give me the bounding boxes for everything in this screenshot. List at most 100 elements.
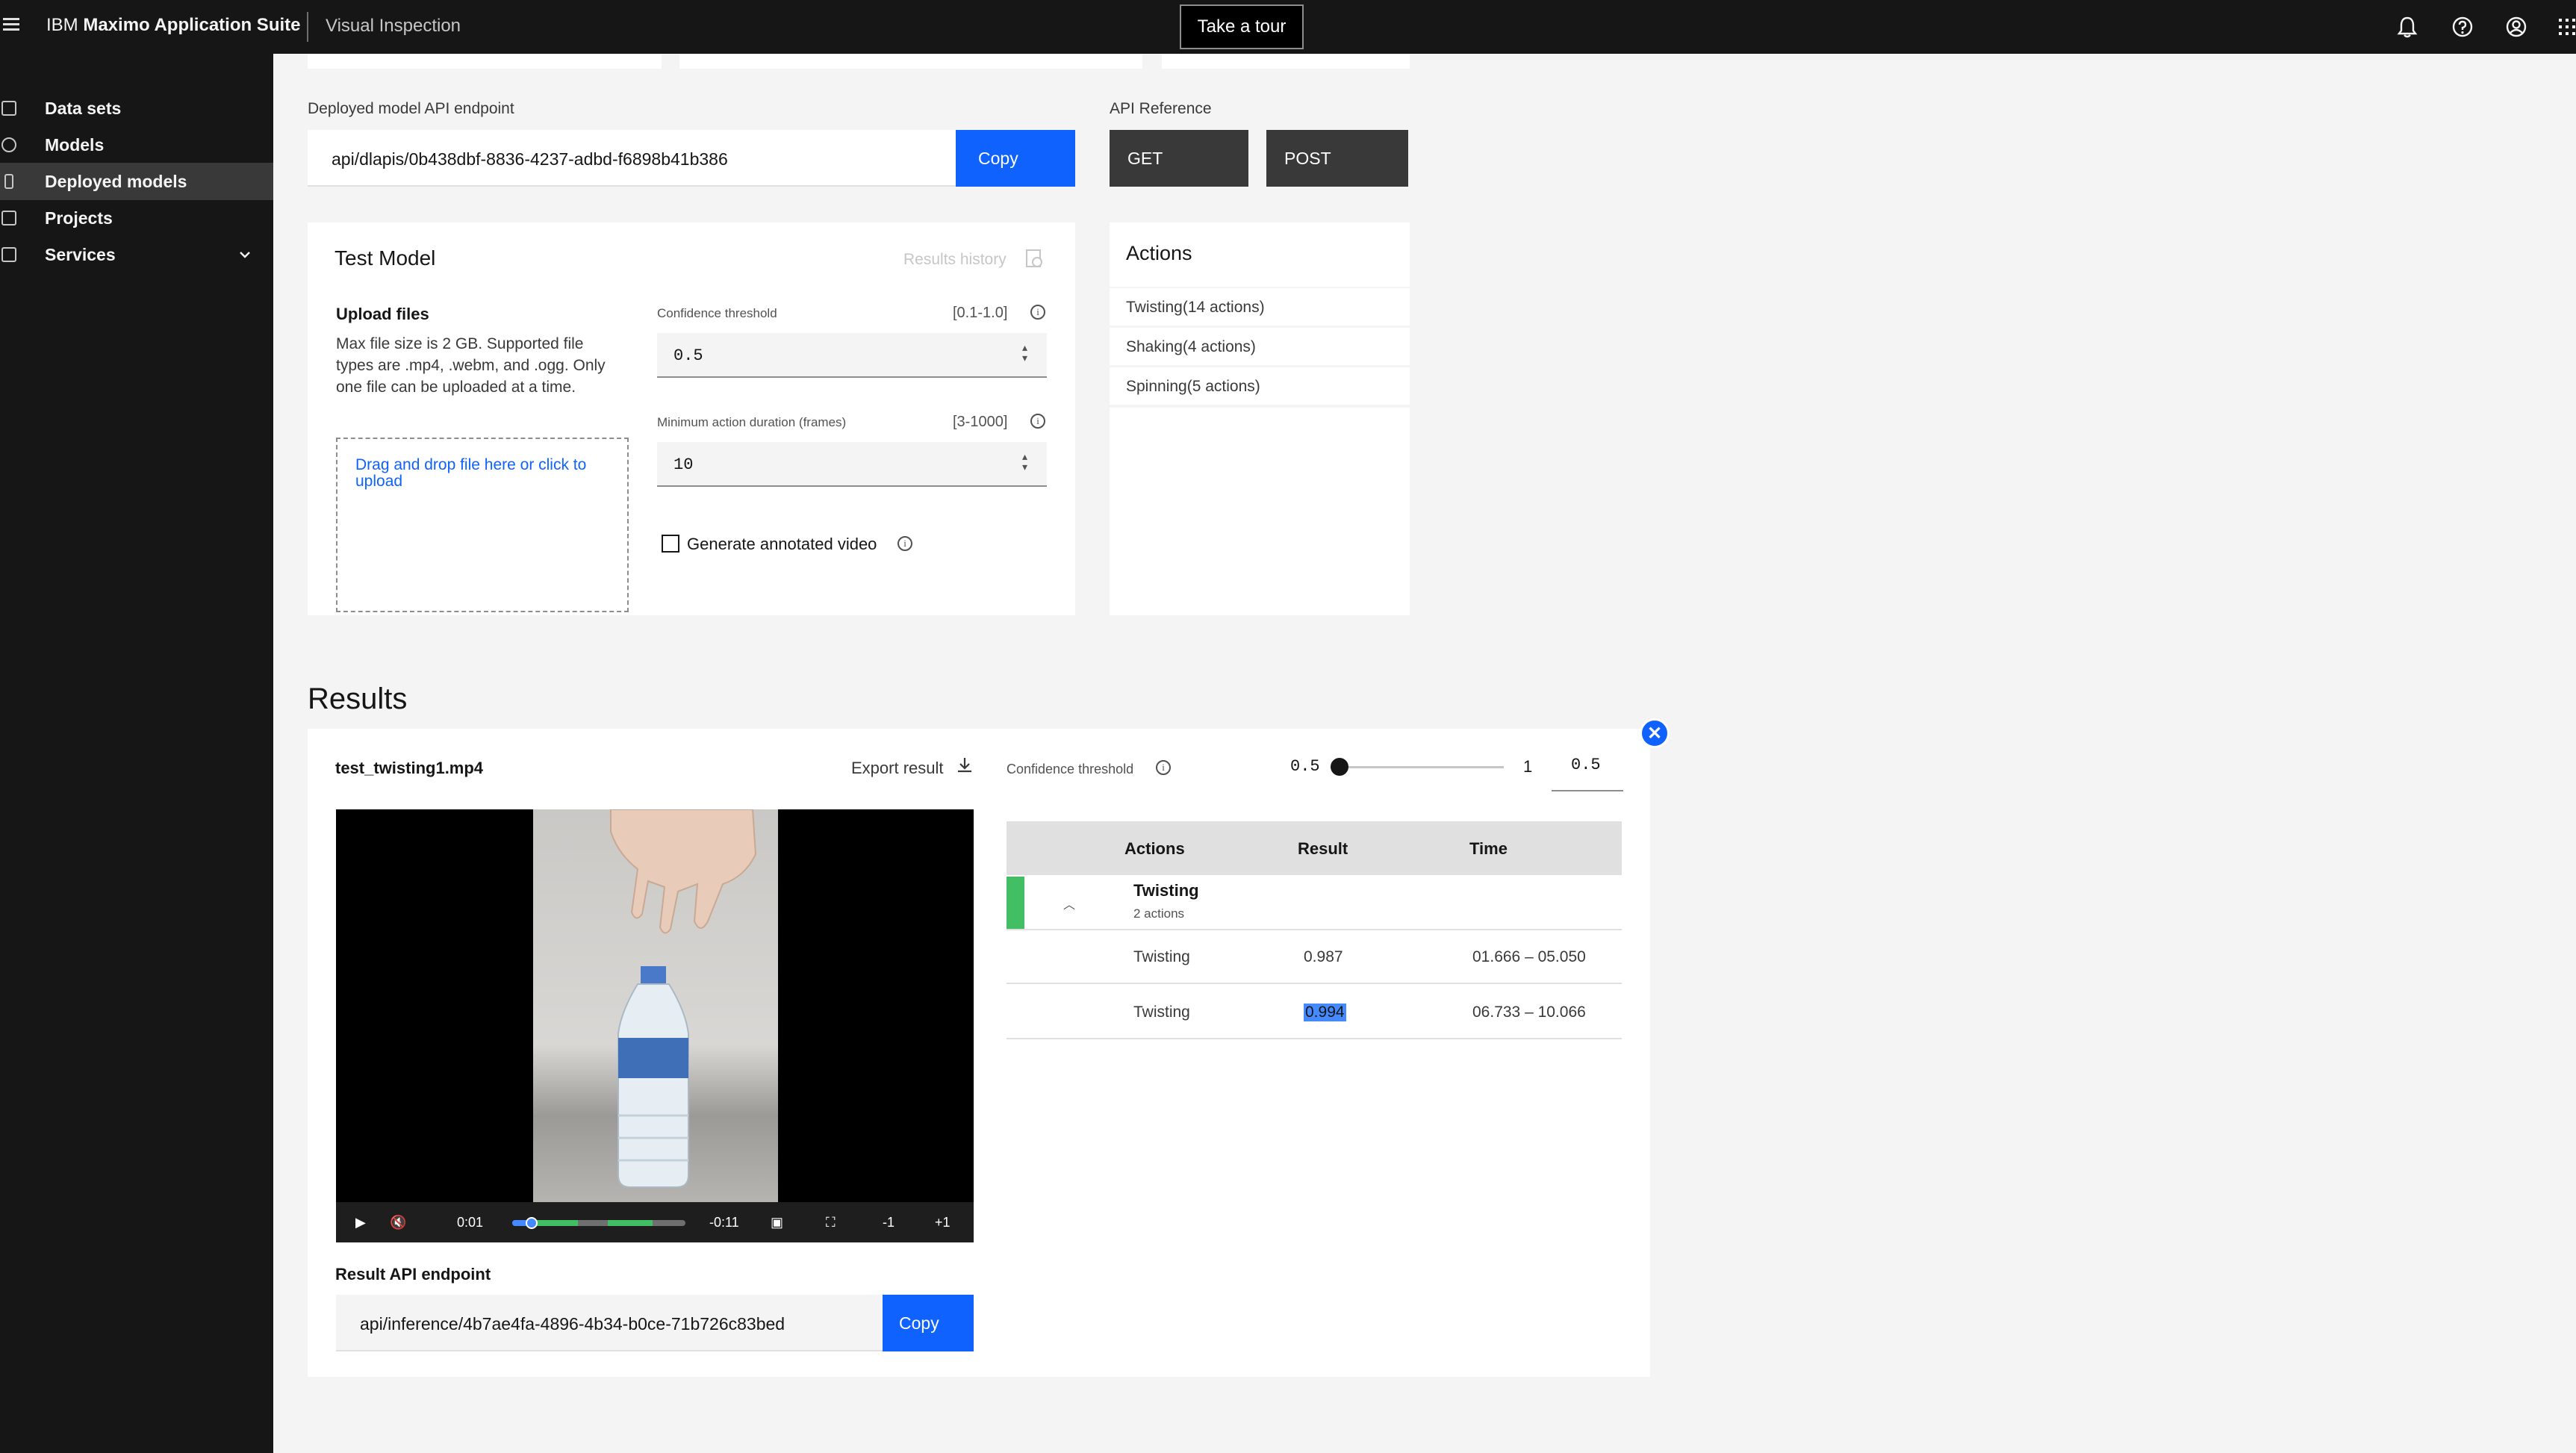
take-tour-button[interactable]: Take a tour [1180,4,1304,49]
download-icon[interactable] [956,756,974,779]
actions-header: Actions [1110,223,1410,287]
dropzone[interactable]: Drag and drop file here or click to uplo… [336,438,629,612]
upload-files-title: Upload files [336,305,429,323]
app-switcher-icon[interactable] [2554,13,2576,40]
cut-off-panel [679,54,1142,69]
column-header-result[interactable]: Result [1298,839,1348,859]
chevron-up-icon[interactable]: ︿ [1063,894,1075,912]
column-header-time[interactable]: Time [1469,839,1508,859]
test-model-title: Test Model [335,246,436,270]
brand[interactable]: IBM Maximo Application Suite [46,15,300,36]
bell-icon[interactable] [2394,13,2421,40]
results-history-link[interactable]: Results history [903,251,1007,269]
video-controls: ▶ 🔇 0:01 -0:11 ▣ ⛶ -1 +1 [336,1202,974,1242]
picture-in-picture-icon[interactable]: ▣ [771,1215,783,1230]
action-item[interactable]: Shaking(4 actions) [1110,328,1410,365]
info-icon[interactable]: i [897,536,912,551]
confidence-slider-track[interactable] [1341,766,1504,768]
action-item[interactable]: Spinning(5 actions) [1110,367,1410,405]
models-icon [1,137,16,152]
column-header-actions[interactable]: Actions [1124,839,1185,859]
api-reference-label: API Reference [1110,100,1212,117]
sidebar-item-data-sets[interactable]: Data sets [0,90,273,127]
results-title: Results [308,682,408,715]
brand-prefix: IBM [46,15,78,35]
min-duration-input[interactable]: 10 ▴ ▾ [657,442,1047,487]
table-row[interactable]: Twisting 0.987 01.666 – 05.050 [1007,930,1622,984]
endpoint-field[interactable]: api/dlapis/0b438dbf-8836-4237-adbd-f6898… [308,130,956,187]
cut-off-panel [308,54,662,69]
annotated-video-checkbox[interactable] [662,535,679,553]
services-icon [1,247,16,262]
brand-name: Maximo Application Suite [83,15,301,35]
progress-thumb[interactable] [526,1217,538,1229]
sidebar-item-services[interactable]: Services [0,236,273,273]
help-icon[interactable] [2449,13,2476,40]
top-bar: IBM Maximo Application Suite Visual Insp… [0,0,2576,54]
confidence-threshold-label: Confidence threshold [657,306,777,320]
confidence-threshold-value: 0.5 [673,346,703,365]
skip-forward-button[interactable]: +1 [935,1215,951,1230]
chevron-down-icon [237,246,252,267]
info-icon[interactable]: i [1156,760,1171,775]
fullscreen-icon[interactable]: ⛶ [826,1215,836,1230]
table-group-row[interactable]: ︿ Twisting 2 actions [1007,875,1622,930]
action-item[interactable]: Twisting(14 actions) [1110,288,1410,326]
water-bottle-image [617,966,689,1188]
min-duration-range: [3-1000] [953,414,1008,430]
results-confidence-label: Confidence threshold [1007,762,1134,777]
slider-min-label: 0.5 [1290,757,1320,776]
confidence-range: [0.1-1.0] [953,305,1008,321]
annotated-video-label[interactable]: Generate annotated video [687,535,877,554]
play-icon[interactable]: ▶ [355,1215,366,1230]
current-time: 0:01 [457,1215,484,1230]
endpoint-label: Deployed model API endpoint [308,100,514,117]
sidebar-item-models[interactable]: Models [0,126,273,164]
remaining-time: -0:11 [709,1215,739,1230]
table-row[interactable]: Twisting 0.994 06.733 – 10.066 [1007,986,1622,1039]
close-icon[interactable]: ✕ [1640,718,1670,748]
post-button[interactable]: POST [1266,130,1408,187]
sidebar-item-deployed-models[interactable]: Deployed models [0,163,273,200]
get-button[interactable]: GET [1110,130,1248,187]
copy-result-api-button[interactable]: Copy [883,1295,974,1351]
dropzone-text[interactable]: Drag and drop file here or click to uplo… [355,457,609,490]
sidebar-item-label: Deployed models [45,171,187,191]
min-duration-value: 10 [673,455,694,474]
result-api-field[interactable]: api/inference/4b7ae4fa-4896-4b34-b0ce-71… [336,1295,883,1351]
test-model-panel: Test Model Results history Upload files … [308,223,1075,615]
data-sets-icon [1,101,16,116]
menu-icon[interactable] [3,15,21,37]
info-icon[interactable]: i [1030,414,1045,429]
cut-off-panel [1162,54,1410,69]
confidence-slider-thumb[interactable] [1331,758,1348,776]
history-icon[interactable] [1024,248,1044,273]
user-icon[interactable] [2503,13,2530,40]
info-icon[interactable]: i [1030,305,1045,320]
min-duration-label: Minimum action duration (frames) [657,415,847,429]
stepper-icon[interactable]: ▴ ▾ [1022,452,1027,473]
confidence-threshold-input[interactable]: 0.5 ▴ ▾ [657,333,1047,378]
sidebar-item-projects[interactable]: Projects [0,199,273,237]
sidebar: Data sets Models Deployed models Project… [0,54,273,1453]
skip-back-button[interactable]: -1 [883,1215,895,1230]
row-result: 0.987 [1304,948,1343,965]
sidebar-item-label: Services [45,244,116,264]
confidence-slider-input[interactable]: 0.5 [1552,744,1623,791]
row-action: Twisting [1133,1004,1190,1021]
sidebar-item-label: Models [45,134,105,155]
video-player[interactable]: ▶ 🔇 0:01 -0:11 ▣ ⛶ -1 +1 [336,809,974,1242]
export-result-button[interactable]: Export result [851,759,944,778]
deployed-models-icon [4,174,13,189]
upload-description: Max file size is 2 GB. Supported file ty… [336,335,606,396]
mute-icon[interactable]: 🔇 [390,1215,406,1230]
row-time: 06.733 – 10.066 [1472,1004,1586,1021]
copy-endpoint-button[interactable]: Copy [956,130,1075,187]
product-name: Visual Inspection [326,16,461,36]
row-action: Twisting [1133,948,1190,965]
projects-icon [1,211,16,225]
group-color-bar [1007,877,1024,929]
slider-max-label: 1 [1523,757,1533,776]
stepper-icon[interactable]: ▴ ▾ [1022,343,1027,364]
video-progress-bar[interactable] [512,1220,685,1226]
